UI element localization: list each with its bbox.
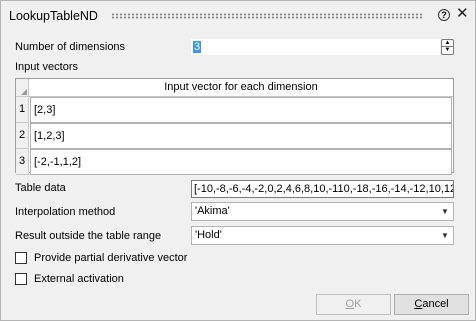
row-header-2[interactable]: 2: [16, 123, 29, 149]
chevron-down-icon[interactable]: ▼: [437, 227, 453, 244]
interpolation-label: Interpolation method: [15, 206, 116, 218]
table-data-input[interactable]: [-10,-8,-6,-4,-2,0,2,4,6,8,10,-110,-18,-…: [191, 180, 454, 198]
input-vector-cell-3[interactable]: [-2,-1,1,2]: [30, 149, 452, 175]
partial-derivative-checkbox[interactable]: [15, 252, 27, 264]
outside-range-value: 'Hold': [195, 229, 222, 241]
cancel-button[interactable]: Cancel: [394, 294, 469, 315]
table-data-label: Table data: [15, 182, 66, 194]
row-header-1[interactable]: 1: [16, 97, 29, 123]
select-all-corner[interactable]: [16, 79, 29, 97]
chevron-down-icon[interactable]: ▼: [437, 203, 453, 220]
partial-derivative-label[interactable]: Provide partial derivative vector: [34, 252, 187, 264]
help-icon[interactable]: ?: [438, 9, 450, 21]
input-vector-cell-1[interactable]: [2,3]: [30, 97, 452, 123]
row-header-3[interactable]: 3: [16, 149, 29, 175]
dimensions-label: Number of dimensions: [15, 41, 126, 53]
ok-mnemonic: O: [345, 298, 355, 310]
dimensions-input[interactable]: 3: [191, 39, 440, 55]
title-bar[interactable]: LookupTableND ? ✕: [1, 1, 475, 31]
ok-button[interactable]: OK: [316, 294, 391, 315]
drag-handle[interactable]: [111, 13, 423, 19]
external-activation-checkbox[interactable]: [15, 273, 27, 285]
dimensions-value: 3: [193, 41, 202, 53]
close-icon[interactable]: ✕: [456, 6, 469, 21]
input-vectors-table: Input vector for each dimension 1 [2,3] …: [15, 78, 454, 175]
outside-range-label: Result outside the table range: [15, 230, 162, 242]
dialog-title: LookupTableND: [9, 9, 98, 23]
interpolation-select[interactable]: 'Akima' ▼: [191, 202, 454, 221]
ok-label-rest: K: [354, 298, 362, 310]
input-vector-cell-2[interactable]: [1,2,3]: [30, 123, 452, 149]
lookup-table-dialog: LookupTableND ? ✕ Number of dimensions 3…: [0, 0, 476, 321]
interpolation-value: 'Akima': [195, 205, 230, 217]
cancel-label-rest: ancel: [422, 298, 449, 310]
external-activation-label[interactable]: External activation: [34, 273, 124, 285]
dimensions-spinner[interactable]: ▲ ▼: [441, 39, 454, 55]
spin-up-icon[interactable]: ▲: [442, 40, 453, 47]
input-vectors-label: Input vectors: [15, 61, 78, 73]
column-header: Input vector for each dimension: [29, 79, 453, 97]
spin-down-icon[interactable]: ▼: [442, 47, 453, 54]
outside-range-select[interactable]: 'Hold' ▼: [191, 226, 454, 245]
